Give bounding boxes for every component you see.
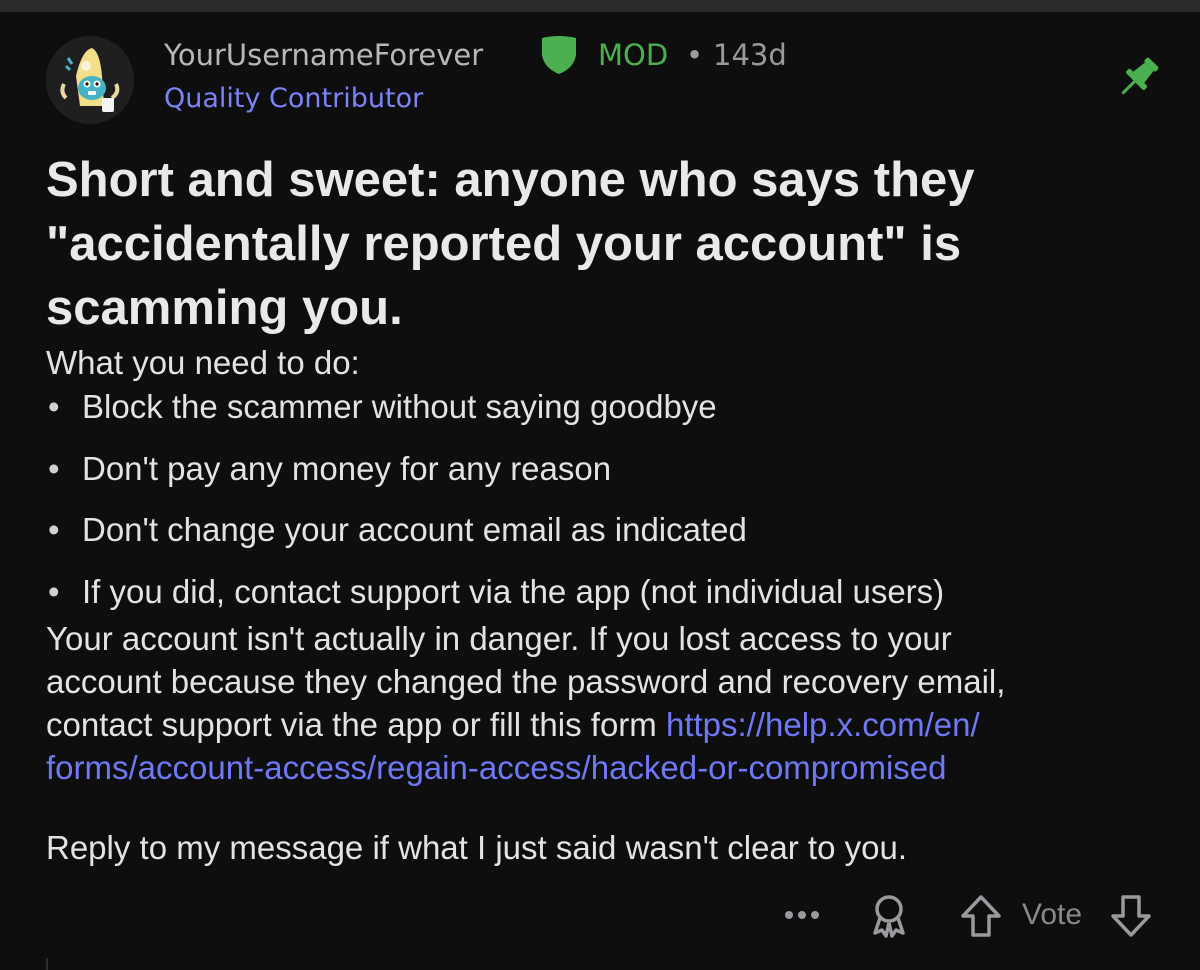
meta-separator: • <box>686 38 704 72</box>
mod-badge: MOD <box>598 38 669 72</box>
list-item-text: Don't change your account email as indic… <box>82 511 747 548</box>
post-title: Short and sweet: anyone who says they "a… <box>46 153 975 335</box>
list-item-text: Don't pay any money for any reason <box>82 450 612 487</box>
downvote-arrow-icon[interactable] <box>1108 893 1154 939</box>
closing-note: Reply to my message if what I just said … <box>46 829 907 866</box>
avatar-image <box>46 36 134 124</box>
paragraph-line: Your account isn't actually in danger. I… <box>46 620 952 657</box>
award-icon[interactable] <box>868 893 910 939</box>
paragraph-text: contact support via the app or fill this… <box>46 706 666 743</box>
list-item-text: If you did, contact support via the app … <box>82 573 945 610</box>
top-bar <box>0 0 1200 12</box>
pin-icon <box>1121 57 1159 95</box>
paragraph-line: contact support via the app or fill this… <box>46 703 1166 746</box>
bullet-marker: • <box>48 450 60 487</box>
bullet-marker: • <box>48 388 60 425</box>
more-icon[interactable] <box>782 900 822 930</box>
thread-line <box>46 958 48 970</box>
avatar[interactable] <box>46 36 134 124</box>
paragraph-line: forms/account-access/regain-access/hacke… <box>46 746 1166 789</box>
instructions-heading: What you need to do: <box>46 344 360 381</box>
support-form-link-continued[interactable]: forms/account-access/regain-access/hacke… <box>46 749 947 786</box>
upvote-arrow-icon[interactable] <box>958 893 1004 939</box>
paragraph-line: account because they changed the passwor… <box>46 663 1006 700</box>
bullet-marker: • <box>48 573 60 610</box>
vote-label: Vote <box>1022 898 1083 931</box>
list-item-text: Block the scammer without saying goodbye <box>82 388 717 425</box>
user-flair: Quality Contributor <box>164 83 424 114</box>
bullet-marker: • <box>48 511 60 548</box>
support-form-link[interactable]: https://help.x.com/en/ <box>666 706 980 743</box>
recovery-paragraph: Your account isn't actually in danger. I… <box>46 617 1166 789</box>
comment-age: 143d <box>713 38 787 72</box>
author-username[interactable]: YourUsernameForever <box>164 38 483 72</box>
shield-icon <box>542 36 576 74</box>
